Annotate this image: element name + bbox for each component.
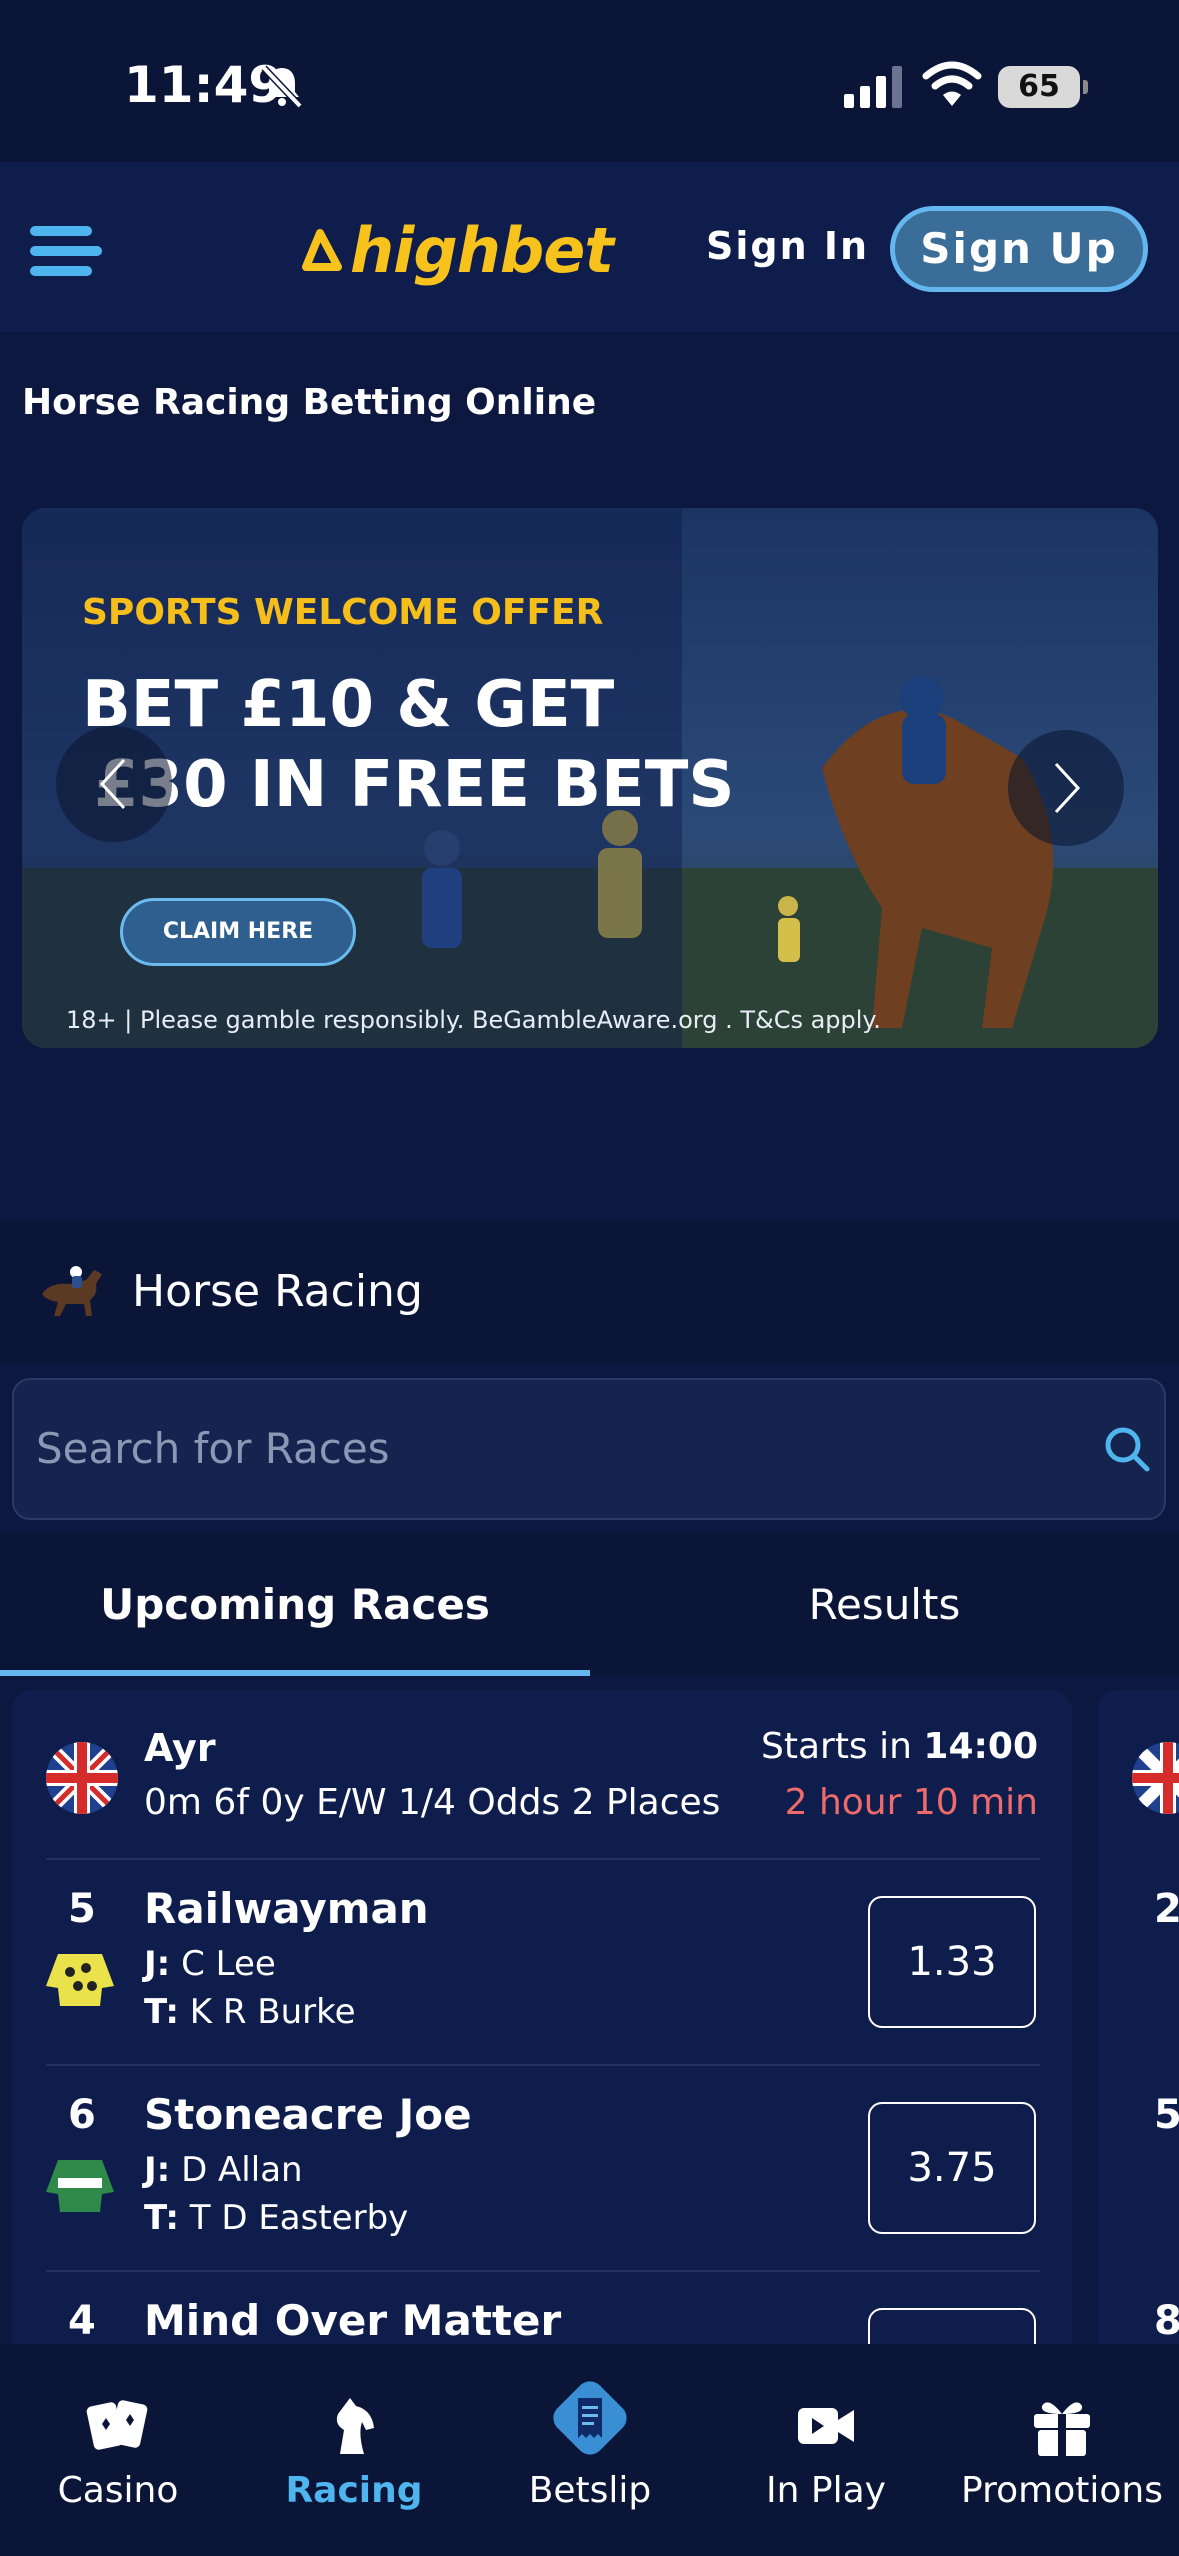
nav-label: Casino	[57, 2470, 179, 2511]
nav-in-play[interactable]: In Play	[708, 2344, 944, 2556]
odds-button[interactable]: 1.33	[868, 1896, 1036, 2028]
jockey-label: J:	[144, 1944, 171, 1984]
cards-icon	[86, 2400, 148, 2450]
runner-name: Stoneacre Joe	[144, 2090, 472, 2139]
page-title: Horse Racing Betting Online	[22, 382, 597, 423]
tab-results[interactable]: Results	[590, 1534, 1179, 1676]
uk-flag-icon	[46, 1742, 118, 1814]
runner-row: 5 Railwayman J: C Lee T: K R Burke 1.33	[12, 1860, 1072, 2066]
starts-in-label: Starts in	[760, 1726, 912, 1767]
runner-name: Railwayman	[144, 1884, 429, 1933]
logo-triangle-icon	[302, 229, 342, 271]
race-start-info: Starts in 14:00	[761, 1726, 1038, 1767]
runner-number: 5	[1154, 2092, 1179, 2138]
offer-headline-line-1: BET £10 & GET	[82, 668, 615, 742]
uk-flag-icon	[1132, 1742, 1179, 1814]
nav-label: In Play	[766, 2470, 886, 2511]
sign-up-button[interactable]: Sign Up	[890, 206, 1148, 292]
runner-number: 8	[1154, 2298, 1179, 2344]
nav-label: Betslip	[528, 2470, 652, 2511]
promo-banner[interactable]: SPORTS WELCOME OFFER BET £10 & GET £30 I…	[22, 508, 1158, 1048]
nav-label: Racing	[285, 2470, 423, 2511]
runner-name: Mind Over Matter	[144, 2296, 562, 2345]
tab-upcoming-races[interactable]: Upcoming Races	[0, 1534, 590, 1676]
horse-head-icon	[336, 2398, 374, 2454]
race-search-input[interactable]	[36, 1418, 1036, 1478]
gambling-disclaimer: 18+ | Please gamble responsibly. BeGambl…	[66, 1006, 881, 1034]
offer-headline-line-2: £30 IN FREE BETS	[94, 748, 735, 822]
runner-number: 4	[68, 2298, 96, 2344]
trainer-value: T D Easterby	[189, 2198, 409, 2238]
trainer-name: T: K R Burke	[144, 1992, 356, 2032]
odds-button[interactable]: 3.75	[868, 2102, 1036, 2234]
battery-indicator: 65	[998, 66, 1088, 108]
race-venue: Ayr	[144, 1726, 216, 1770]
app-header: highbet Sign In Sign Up	[0, 162, 1179, 332]
sport-header: Horse Racing	[0, 1220, 1179, 1364]
active-tab-indicator	[0, 1670, 590, 1676]
sport-title: Horse Racing	[132, 1266, 423, 1317]
status-bar: 11:49 65	[0, 0, 1179, 162]
cellular-signal-icon	[844, 66, 902, 108]
search-icon[interactable]	[1102, 1424, 1152, 1474]
jockey-silks-icon	[46, 2160, 114, 2212]
receipt-icon	[553, 2381, 627, 2455]
gift-icon	[1034, 2402, 1090, 2456]
runner-number: 2	[1154, 1886, 1179, 1932]
jockey-name: J: C Lee	[144, 1944, 276, 1984]
offer-kicker: SPORTS WELCOME OFFER	[82, 592, 604, 633]
video-icon	[798, 2408, 854, 2444]
logo-text: highbet	[350, 213, 614, 287]
sign-in-link[interactable]: Sign In	[706, 224, 869, 268]
jockey-value: C Lee	[181, 1944, 276, 1984]
nav-racing[interactable]: Racing	[236, 2344, 472, 2556]
carousel-next-button[interactable]	[1008, 730, 1124, 846]
hamburger-menu-icon[interactable]	[30, 226, 102, 282]
chevron-right-icon	[1054, 762, 1081, 814]
wifi-icon	[922, 61, 982, 106]
carousel-prev-button[interactable]	[56, 726, 172, 842]
highbet-logo[interactable]: highbet	[298, 213, 614, 287]
nav-casino[interactable]: Casino	[0, 2344, 236, 2556]
trainer-label: T:	[144, 2198, 179, 2238]
trainer-label: T:	[144, 1992, 179, 2032]
jockey-name: J: D Allan	[144, 2150, 303, 2190]
jockey-silks-icon	[46, 1954, 114, 2006]
nav-label: Promotions	[961, 2470, 1163, 2511]
chevron-left-icon	[99, 758, 126, 810]
race-tabs: Upcoming Races Results	[0, 1534, 1179, 1676]
race-search-box[interactable]	[12, 1378, 1166, 1520]
jockey-value: D Allan	[181, 2150, 303, 2190]
horse-racing-icon	[42, 1266, 102, 1316]
bell-muted-icon	[261, 65, 303, 109]
jockey-label: J:	[144, 2150, 171, 2190]
runner-row: 6 Stoneacre Joe J: D Allan T: T D Easter…	[12, 2066, 1072, 2272]
race-start-time: 14:00	[923, 1726, 1038, 1767]
bottom-navigation: Casino Racing Betslip In Play Promotions	[0, 2344, 1179, 2556]
nav-promotions[interactable]: Promotions	[944, 2344, 1179, 2556]
race-countdown: 2 hour 10 min	[784, 1782, 1038, 1823]
trainer-value: K R Burke	[189, 1992, 356, 2032]
claim-here-button[interactable]: CLAIM HERE	[120, 898, 356, 966]
runner-number: 6	[68, 2092, 96, 2138]
runner-number: 5	[68, 1886, 96, 1932]
nav-betslip[interactable]: Betslip	[472, 2344, 708, 2556]
race-description: 0m 6f 0y E/W 1/4 Odds 2 Places	[144, 1782, 721, 1823]
trainer-name: T: T D Easterby	[144, 2198, 408, 2238]
